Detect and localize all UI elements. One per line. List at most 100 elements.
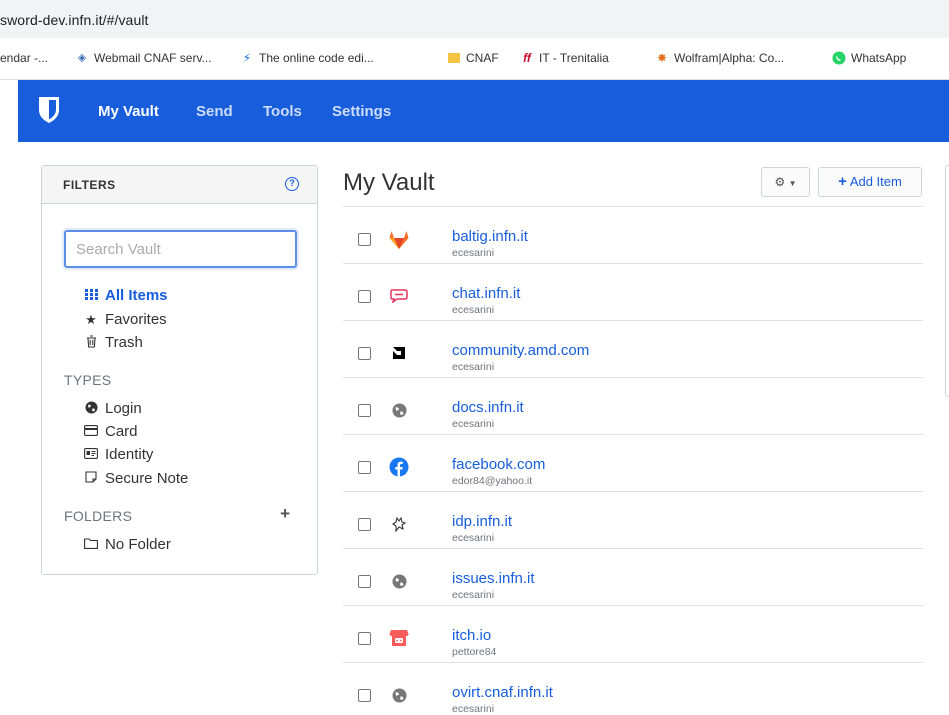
filters-panel: FILTERS ? All Items ★ Favorites Trash TY… [41, 165, 318, 575]
item-name-link[interactable]: facebook.com [452, 456, 545, 473]
globe-icon [389, 400, 409, 420]
filter-type-secure-note[interactable]: Secure Note [84, 470, 188, 487]
vault-item-row[interactable]: issues.infn.it ecesarini [343, 549, 923, 606]
row-checkbox[interactable] [358, 518, 371, 531]
item-username: ecesarini [452, 532, 495, 544]
filter-label: Trash [105, 334, 143, 351]
filter-type-card[interactable]: Card [84, 423, 138, 440]
vault-item-row[interactable]: baltig.infn.it ecesarini [343, 207, 923, 264]
add-item-label: Add Item [849, 174, 902, 189]
add-folder-plus-icon[interactable]: + [280, 504, 290, 524]
bookmark-code-editor[interactable]: ⚡ The online code edi... [240, 51, 374, 65]
chat-icon [389, 286, 409, 306]
filter-label: Favorites [105, 311, 167, 328]
folder-icon [447, 51, 461, 65]
vault-item-row[interactable]: ovirt.cnaf.infn.it ecesarini [343, 663, 923, 715]
bookmark-label: Wolfram|Alpha: Co... [674, 51, 785, 65]
row-checkbox[interactable] [358, 632, 371, 645]
globe-icon [389, 571, 409, 591]
nav-send[interactable]: Send [196, 103, 233, 120]
bookmark-trenitalia[interactable]: ff IT - Trenitalia [520, 51, 609, 65]
item-name-link[interactable]: baltig.infn.it [452, 228, 528, 245]
filter-no-folder[interactable]: No Folder [84, 536, 171, 553]
bookmark-label: WhatsApp [851, 51, 907, 65]
item-name-link[interactable]: docs.infn.it [452, 399, 524, 416]
item-username: edor84@yahoo.it [452, 475, 533, 487]
vault-item-row[interactable]: idp.infn.it ecesarini [343, 492, 923, 549]
filters-header: FILTERS ? [42, 166, 317, 204]
star-icon: ★ [85, 311, 97, 327]
item-name-link[interactable]: issues.infn.it [452, 570, 535, 587]
url-text[interactable]: sword-dev.infn.it/#/vault [0, 12, 149, 28]
grid-icon [84, 288, 98, 303]
row-checkbox[interactable] [358, 575, 371, 588]
bookmark-webmail[interactable]: ◈ Webmail CNAF serv... [75, 51, 212, 65]
item-username: ecesarini [452, 418, 495, 430]
nav-tools[interactable]: Tools [263, 103, 302, 120]
amd-icon [389, 343, 409, 363]
item-name-link[interactable]: itch.io [452, 627, 491, 644]
types-heading: TYPES [64, 372, 112, 388]
trash-icon [84, 334, 98, 351]
filter-favorites[interactable]: ★ Favorites [84, 311, 167, 328]
vault-item-row[interactable]: docs.infn.it ecesarini [343, 378, 923, 435]
filter-label: Login [105, 400, 142, 417]
item-name-link[interactable]: idp.infn.it [452, 513, 512, 530]
item-name-link[interactable]: ovirt.cnaf.infn.it [452, 684, 553, 701]
row-checkbox[interactable] [358, 461, 371, 474]
item-username: ecesarini [452, 304, 495, 316]
search-vault-input[interactable] [64, 230, 297, 268]
lightning-icon: ⚡ [242, 51, 252, 65]
row-checkbox[interactable] [358, 347, 371, 360]
caret-down-icon: ▼ [788, 179, 797, 188]
filter-label: No Folder [105, 536, 171, 553]
folder-icon [84, 537, 98, 552]
bookmark-wolfram[interactable]: ✸ Wolfram|Alpha: Co... [655, 51, 784, 65]
item-username: ecesarini [452, 247, 495, 259]
folders-heading: FOLDERS [64, 508, 133, 524]
row-checkbox[interactable] [358, 290, 371, 303]
row-checkbox[interactable] [358, 689, 371, 702]
row-checkbox[interactable] [358, 404, 371, 417]
filter-all-items[interactable]: All Items [84, 287, 168, 304]
help-icon[interactable]: ? [285, 177, 299, 191]
item-name-link[interactable]: chat.infn.it [452, 285, 520, 302]
bookmark-label: endar -... [0, 51, 49, 65]
gitlab-icon [389, 229, 409, 249]
add-item-button[interactable]: + Add Item [818, 167, 922, 197]
globe-icon [389, 685, 409, 705]
vault-item-row[interactable]: facebook.com edor84@yahoo.it [343, 435, 923, 492]
vault-item-row[interactable]: itch.io pettore84 [343, 606, 923, 663]
filter-type-login[interactable]: Login [84, 400, 142, 417]
bookmark-calendar[interactable]: endar -... [0, 51, 48, 65]
bookmark-label: The online code edi... [259, 51, 374, 65]
trenitalia-icon: ff [523, 51, 531, 65]
address-bar[interactable]: sword-dev.infn.it/#/vault [0, 0, 949, 38]
filter-label: Secure Note [105, 470, 189, 487]
filter-label: Card [105, 423, 138, 440]
nav-settings[interactable]: Settings [332, 103, 391, 120]
bitwarden-shield-icon[interactable] [38, 96, 60, 124]
nav-my-vault[interactable]: My Vault [98, 103, 159, 120]
bookmark-label: CNAF [466, 51, 499, 65]
globe-icon [84, 401, 98, 417]
credit-card-icon [84, 424, 98, 439]
item-username: ecesarini [452, 703, 495, 715]
bookmark-cnaf[interactable]: CNAF [447, 51, 499, 65]
filter-trash[interactable]: Trash [84, 334, 143, 351]
whatsapp-icon [832, 51, 846, 65]
filters-title: FILTERS [63, 178, 116, 192]
bookmark-whatsapp[interactable]: WhatsApp [832, 51, 906, 65]
vault-item-row[interactable]: chat.infn.it ecesarini [343, 264, 923, 321]
filter-label: Identity [105, 446, 154, 463]
options-gear-button[interactable]: ⚙ ▼ [761, 167, 810, 197]
row-checkbox[interactable] [358, 233, 371, 246]
app-navbar: My Vault Send Tools Settings [18, 80, 949, 142]
itch-icon [389, 628, 409, 648]
item-name-link[interactable]: community.amd.com [452, 342, 589, 359]
wolfram-icon: ✸ [656, 51, 668, 65]
filter-type-identity[interactable]: Identity [84, 446, 153, 463]
side-card [945, 165, 949, 397]
id-card-icon [84, 447, 98, 462]
vault-item-row[interactable]: community.amd.com ecesarini [343, 321, 923, 378]
